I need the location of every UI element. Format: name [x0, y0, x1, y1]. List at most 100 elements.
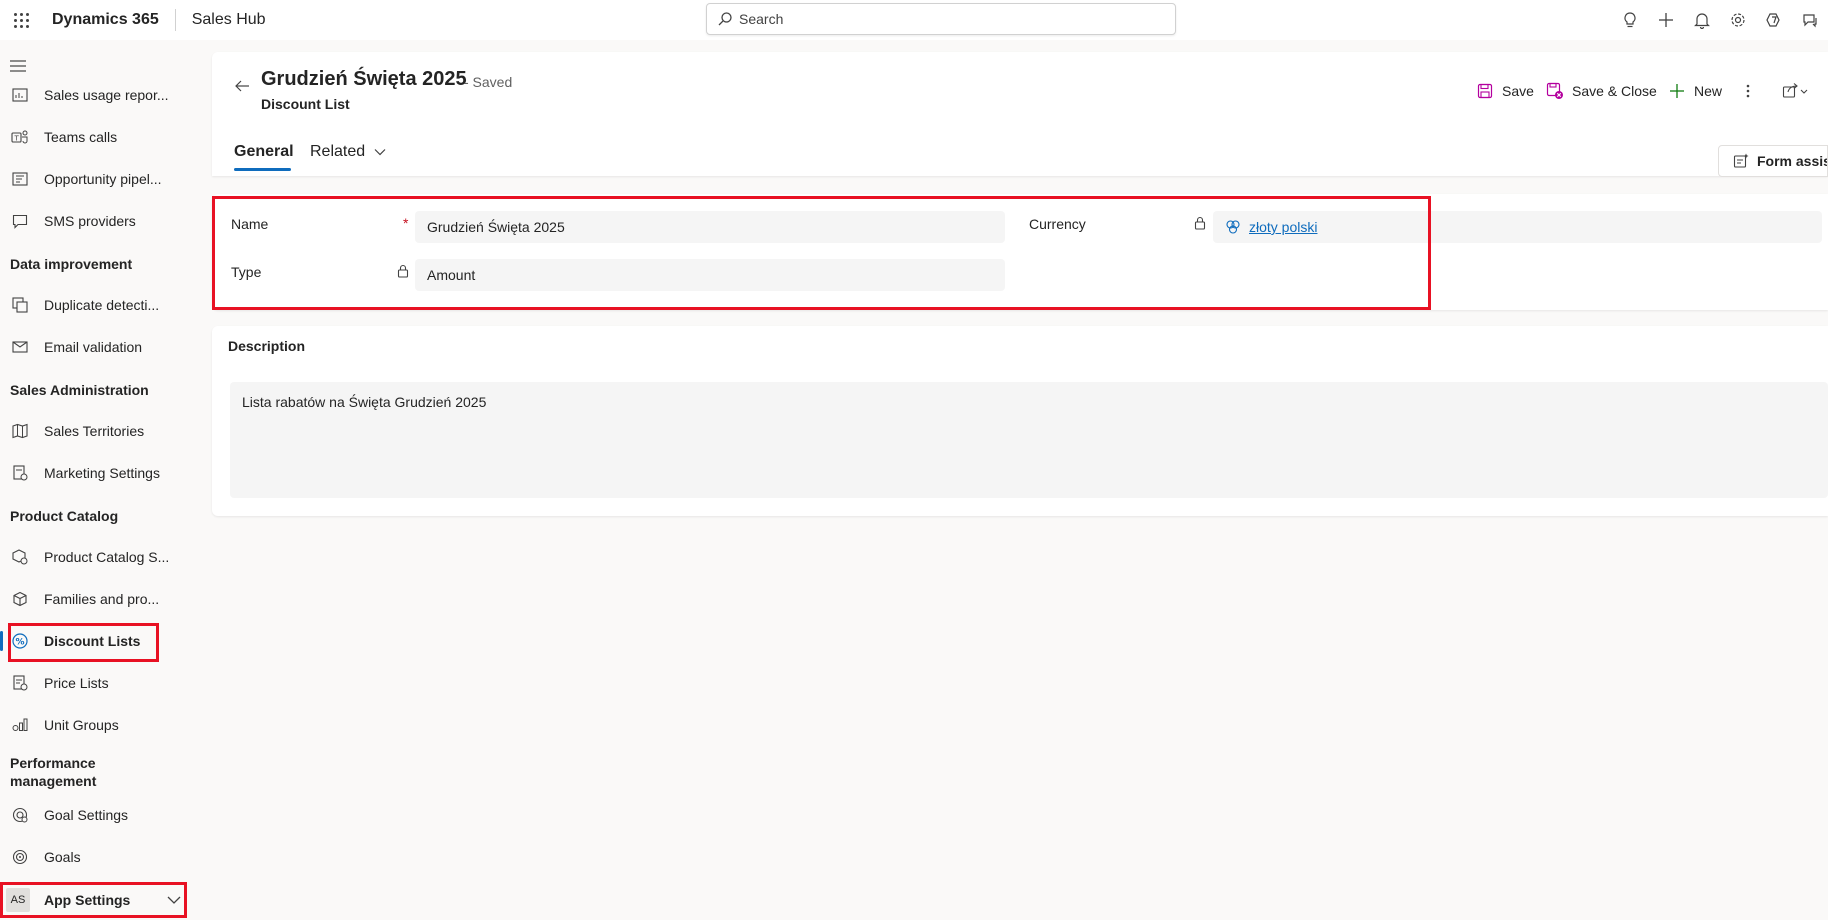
sidebar-item-teams-calls[interactable]: T Teams calls [0, 119, 196, 155]
marketing-icon [10, 463, 30, 483]
save-and-close-button[interactable]: Save & Close [1546, 76, 1657, 106]
description-field[interactable]: Lista rabatów na Święta Grudzień 2025 [230, 382, 1828, 498]
sidebar-item-label: Marketing Settings [44, 465, 160, 481]
waffle-icon [13, 12, 29, 28]
app-launcher-button[interactable] [2, 0, 40, 40]
nav-group-performance-management: Performance management [10, 755, 97, 789]
gear-icon[interactable] [1720, 0, 1756, 40]
sidebar-item-label: Price Lists [44, 675, 109, 691]
divider [174, 9, 176, 31]
sidebar: Sales usage repor... T Teams calls Oppor… [0, 40, 196, 920]
pipeline-icon [10, 169, 30, 189]
form-assist-button[interactable]: Form assist [1718, 145, 1828, 177]
sidebar-item-label: SMS providers [44, 213, 136, 229]
sidebar-item-label: Opportunity pipel... [44, 171, 162, 187]
search-input[interactable]: Search [706, 3, 1176, 35]
target-icon [10, 847, 30, 867]
sidebar-item-label: Goal Settings [44, 807, 129, 823]
more-commands-button[interactable] [1740, 76, 1756, 106]
form-assist-label: Form assist [1757, 153, 1828, 169]
save-button[interactable]: Save [1476, 76, 1534, 106]
save-close-icon [1546, 82, 1564, 100]
app-name[interactable]: Sales Hub [192, 11, 266, 29]
description-value: Lista rabatów na Święta Grudzień 2025 [242, 394, 487, 410]
tab-general[interactable]: General [234, 136, 294, 168]
teams-icon: T [10, 127, 30, 147]
box-icon [10, 589, 30, 609]
chat-icon[interactable] [1792, 0, 1828, 40]
mail-check-icon [10, 337, 30, 357]
tab-selected-indicator [234, 168, 291, 171]
sidebar-item-label: Unit Groups [44, 717, 119, 733]
new-button[interactable]: New [1668, 76, 1722, 106]
sidebar-item-goals[interactable]: Goals [0, 839, 196, 875]
highlight-box [0, 882, 187, 918]
sidebar-item-product-catalog-settings[interactable]: Product Catalog S... [0, 539, 196, 575]
bell-icon[interactable] [1684, 0, 1720, 40]
sidebar-item-label: Email validation [44, 339, 143, 355]
top-actions [1612, 0, 1828, 40]
sidebar-item-opportunity-pipeline[interactable]: Opportunity pipel... [0, 161, 196, 197]
record-header: Grudzień Święta 2025 - Saved Discount Li… [212, 52, 1828, 176]
sidebar-item-goal-settings[interactable]: Goal Settings [0, 797, 196, 833]
sidebar-item-price-lists[interactable]: Price Lists [0, 665, 196, 701]
save-icon [1476, 82, 1494, 100]
tab-related[interactable]: Related [310, 136, 387, 168]
description-section: Description Lista rabatów na Święta Grud… [212, 326, 1828, 516]
active-indicator [0, 631, 3, 651]
unit-groups-icon [10, 715, 30, 735]
sidebar-item-label: Sales Territories [44, 423, 145, 439]
description-title: Description [228, 338, 306, 354]
back-button[interactable] [232, 76, 252, 96]
search-icon [718, 12, 732, 26]
plus-icon[interactable] [1648, 0, 1684, 40]
nav-group-sales-administration: Sales Administration [10, 382, 149, 398]
more-vertical-icon [1746, 84, 1750, 98]
hamburger-icon [10, 60, 26, 72]
sidebar-item-marketing-settings[interactable]: Marketing Settings [0, 455, 196, 491]
price-list-icon [10, 673, 30, 693]
sidebar-item-label: Duplicate detecti... [44, 297, 160, 313]
lightbulb-icon[interactable] [1612, 0, 1648, 40]
nav-group-data-improvement: Data improvement [10, 256, 133, 272]
sidebar-item-duplicate-detection[interactable]: Duplicate detecti... [0, 287, 196, 323]
arrow-left-icon [235, 80, 249, 92]
save-close-label: Save & Close [1572, 83, 1657, 99]
sidebar-item-label: Families and pro... [44, 591, 160, 607]
entity-name: Discount List [261, 96, 350, 112]
goal-settings-icon [10, 805, 30, 825]
sidebar-item-unit-groups[interactable]: Unit Groups [0, 707, 196, 743]
sidebar-item-sms-providers[interactable]: SMS providers [0, 203, 196, 239]
sidebar-item-sales-usage-reports[interactable]: Sales usage repor... [0, 77, 196, 113]
new-label: New [1694, 83, 1723, 99]
brand-title[interactable]: Dynamics 365 [52, 11, 159, 29]
duplicate-icon [10, 295, 30, 315]
map-icon [10, 421, 30, 441]
catalog-settings-icon [10, 547, 30, 567]
tab-label: Related [310, 143, 366, 160]
chat-icon [10, 211, 30, 231]
hamburger-menu-button[interactable] [8, 56, 28, 76]
sidebar-item-families-and-products[interactable]: Families and pro... [0, 581, 196, 617]
copilot-icon[interactable] [1756, 0, 1792, 40]
search-placeholder: Search [739, 11, 784, 27]
form-assist-icon [1733, 153, 1749, 168]
record-title: Grudzień Święta 2025 [261, 68, 467, 90]
chevron-down-icon [374, 149, 386, 156]
saved-status: - Saved [464, 74, 513, 90]
sidebar-item-label: Goals [44, 849, 81, 865]
tab-label: General [234, 143, 294, 160]
save-label: Save [1502, 83, 1534, 99]
sidebar-item-label: Product Catalog S... [44, 549, 170, 565]
highlight-box [212, 196, 1431, 310]
sidebar-item-label: Teams calls [44, 129, 118, 145]
sidebar-item-email-validation[interactable]: Email validation [0, 329, 196, 365]
share-button[interactable] [1782, 76, 1808, 106]
highlight-box [8, 623, 159, 662]
sidebar-item-label: Sales usage repor... [44, 87, 169, 103]
plus-icon [1668, 82, 1686, 100]
report-icon [10, 85, 30, 105]
sidebar-item-sales-territories[interactable]: Sales Territories [0, 413, 196, 449]
svg-text:T: T [14, 135, 20, 143]
share-icon [1782, 83, 1808, 98]
